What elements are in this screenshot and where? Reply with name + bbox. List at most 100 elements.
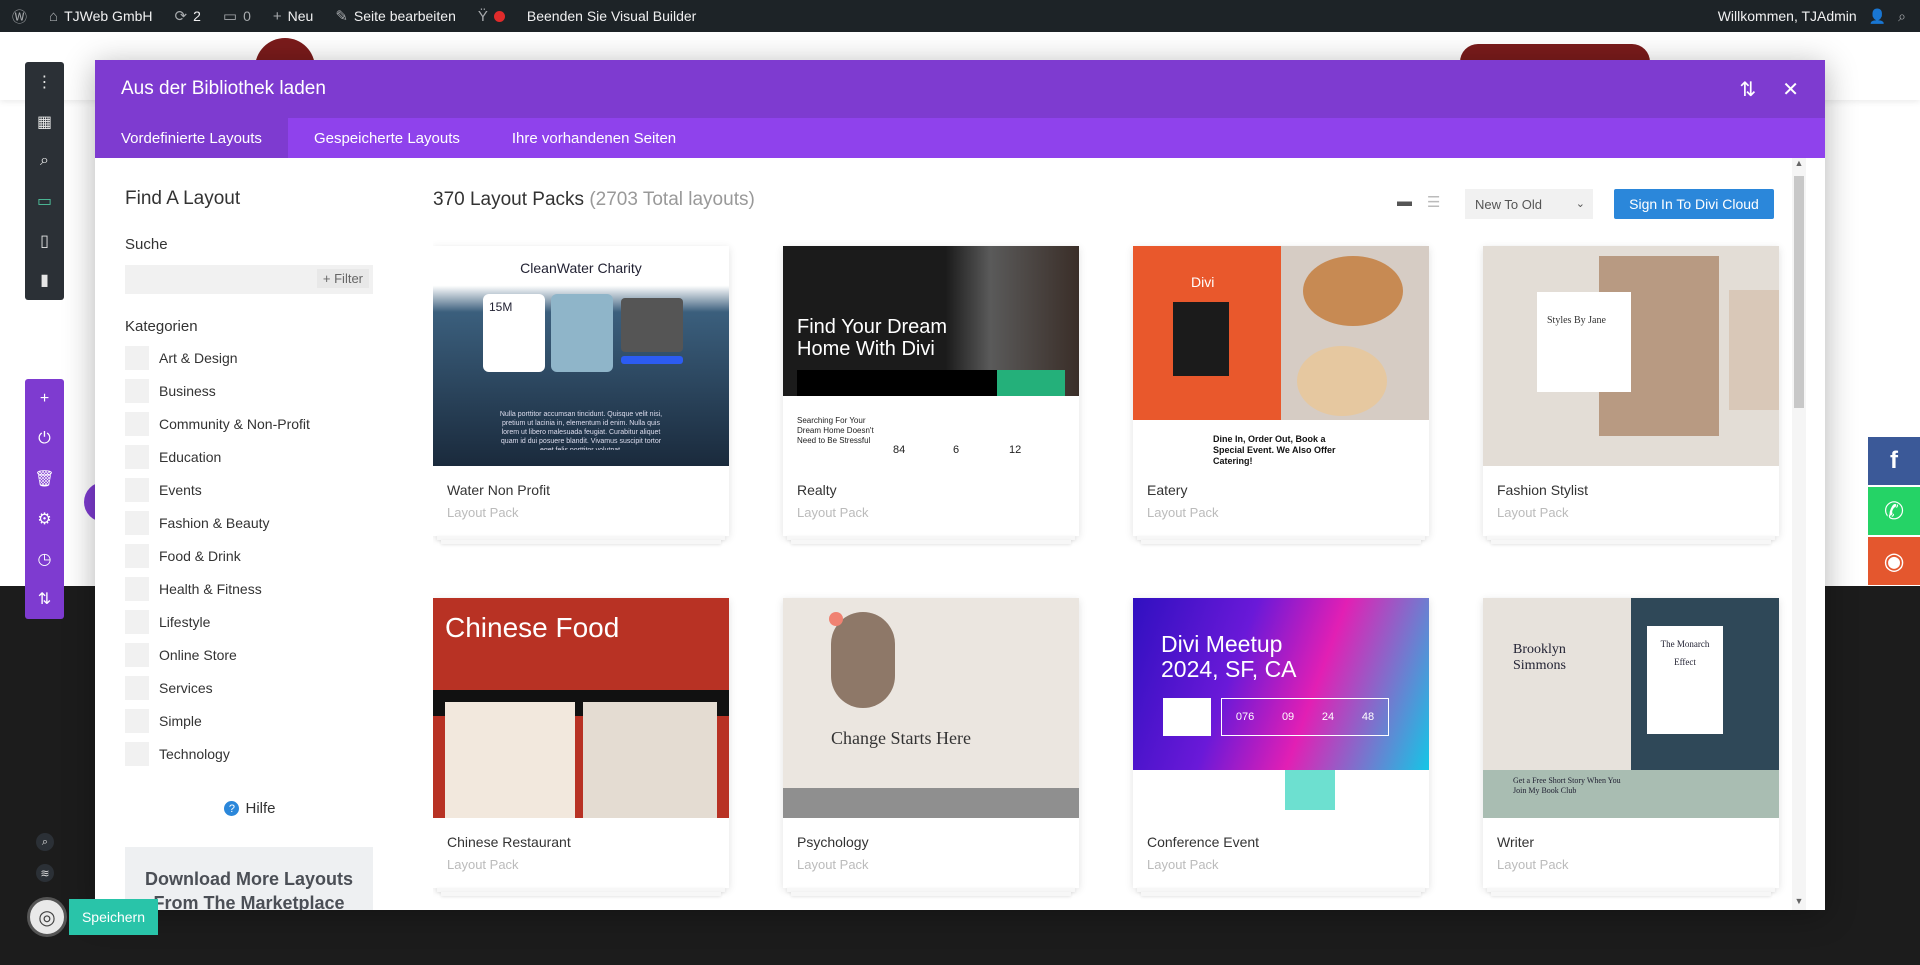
thumb-photo [583, 702, 717, 818]
layout-type: Layout Pack [797, 857, 869, 872]
welcome-text[interactable]: Willkommen, TJAdmin [1718, 8, 1857, 24]
save-button[interactable]: Speichern [69, 899, 158, 935]
category-item[interactable]: Simple [125, 704, 375, 737]
category-label: Fashion & Beauty [159, 514, 270, 531]
thumb-accent-dot [829, 612, 843, 626]
category-label: Services [159, 679, 213, 696]
download-more-layouts-button[interactable]: Download More Layouts From The Marketpla… [125, 847, 373, 910]
facebook-icon[interactable]: f [1868, 437, 1920, 485]
sign-in-divi-cloud-button[interactable]: Sign In To Divi Cloud [1614, 189, 1774, 219]
sort-select[interactable]: New To Old ⌄ [1465, 189, 1593, 219]
category-checkbox[interactable] [125, 741, 149, 766]
category-item[interactable]: Food & Drink [125, 539, 375, 572]
pack-count-text: 370 Layout Packs [433, 189, 585, 210]
add-icon[interactable]: + [25, 379, 64, 419]
layout-card[interactable]: Chinese Food Chinese Restaurant Layout P… [433, 598, 729, 896]
scroll-down-icon[interactable]: ▼ [1792, 896, 1806, 910]
card-stack-shadow [441, 892, 721, 896]
category-checkbox[interactable] [125, 675, 149, 700]
layout-card[interactable]: Find Your Dream Home With Divi Searching… [783, 246, 1079, 544]
instagram-icon[interactable]: ◉ [1868, 537, 1920, 585]
layout-search-input[interactable]: + Filter [125, 265, 373, 294]
scrollbar-thumb[interactable] [1794, 176, 1804, 408]
layout-card[interactable]: Styles By Jane Fashion Stylist Layout Pa… [1483, 246, 1779, 544]
category-item[interactable]: Events [125, 473, 375, 506]
wireframe-view-icon[interactable]: ▦ [25, 102, 64, 142]
total-layouts-text: (2703 Total layouts) [589, 189, 755, 210]
desktop-view-icon[interactable]: ▭ [25, 181, 64, 221]
category-checkbox[interactable] [125, 444, 149, 469]
category-checkbox[interactable] [125, 378, 149, 403]
site-name-link[interactable]: ⌂ TJWeb GmbH [49, 8, 153, 25]
thumb-photo-side [1729, 290, 1779, 410]
new-link[interactable]: + Neu [273, 8, 313, 25]
phone-view-icon[interactable]: ▮ [25, 260, 64, 300]
category-item[interactable]: Online Store [125, 638, 375, 671]
category-checkbox[interactable] [125, 708, 149, 733]
category-item[interactable]: Fashion & Beauty [125, 506, 375, 539]
thumb-title: Divi Meetup 2024, SF, CA [1161, 631, 1297, 682]
menu-dots-icon[interactable]: ⋮ [25, 62, 64, 102]
filter-button[interactable]: + Filter [316, 269, 369, 288]
trash-icon[interactable]: 🗑 [25, 459, 64, 499]
thumb-blue-card [551, 294, 613, 372]
help-link[interactable]: ? Hilfe [125, 800, 375, 817]
status-dot-icon [493, 10, 505, 22]
category-checkbox[interactable] [125, 642, 149, 667]
zoom-icon[interactable]: ⌕ [25, 141, 64, 181]
category-label: Simple [159, 712, 202, 729]
tablet-view-icon[interactable]: ▯ [25, 221, 64, 261]
list-view-icon[interactable]: ☰ [1427, 193, 1445, 211]
power-icon[interactable]: ⏻ [25, 419, 64, 459]
category-checkbox[interactable] [125, 609, 149, 634]
thumb-text: Dine In, Order Out, Book a Special Event… [1213, 434, 1336, 466]
comments-link[interactable]: ▭ 0 [223, 7, 251, 25]
layout-card[interactable]: Brooklyn Simmons The Monarch Effect Get … [1483, 598, 1779, 896]
thumb-title: Brooklyn Simmons [1513, 642, 1566, 673]
updates-link[interactable]: ⟳ 2 [175, 7, 201, 25]
fingerprint-icon[interactable]: ◎ [27, 897, 67, 937]
category-checkbox[interactable] [125, 345, 149, 370]
search-icon[interactable]: ⌕ [1898, 8, 1906, 25]
category-checkbox[interactable] [125, 411, 149, 436]
category-checkbox[interactable] [125, 576, 149, 601]
sort-arrows-icon[interactable]: ⇅ [1739, 77, 1756, 102]
category-item[interactable]: Services [125, 671, 375, 704]
layout-card[interactable]: Change Starts Here Psychology Layout Pac… [783, 598, 1079, 896]
category-checkbox[interactable] [125, 543, 149, 568]
category-item[interactable]: Health & Fitness [125, 572, 375, 605]
layout-type: Layout Pack [1497, 857, 1569, 872]
whatsapp-icon[interactable]: ✆ [1868, 487, 1920, 535]
category-item[interactable]: Business [125, 374, 375, 407]
sort-select-value: New To Old [1475, 196, 1542, 212]
gear-icon[interactable]: ⚙ [25, 499, 64, 539]
category-checkbox[interactable] [125, 477, 149, 502]
wordpress-logo[interactable]: Ⓦ [12, 6, 27, 27]
tab-predefined-layouts[interactable]: Vordefinierte Layouts [95, 118, 288, 158]
layout-thumbnail: Chinese Food [433, 598, 729, 818]
user-avatar-icon[interactable]: 👤 [1869, 8, 1886, 25]
scroll-up-icon[interactable]: ▲ [1792, 158, 1806, 172]
layers-icon[interactable]: ≋ [36, 864, 54, 882]
category-item[interactable]: Community & Non-Profit [125, 407, 375, 440]
tab-saved-layouts[interactable]: Gespeicherte Layouts [288, 118, 486, 158]
layout-card[interactable]: Divi Meetup 2024, SF, CA 076 09 24 48 Co… [1133, 598, 1429, 896]
edit-page-link[interactable]: ✎ Seite bearbeiten [335, 7, 456, 25]
category-item[interactable]: Technology [125, 737, 375, 770]
search-small-icon[interactable]: ⌕ [36, 833, 54, 851]
layout-card[interactable]: Divi Dine In, Order Out, Book a Special … [1133, 246, 1429, 544]
close-icon[interactable]: ✕ [1782, 77, 1799, 102]
yoast-link[interactable]: Ÿ [478, 8, 505, 25]
category-item[interactable]: Education [125, 440, 375, 473]
thumb-title: Find Your Dream Home With Divi [797, 316, 948, 360]
portability-icon[interactable]: ⇅ [25, 579, 64, 619]
category-item[interactable]: Art & Design [125, 341, 375, 374]
category-checkbox[interactable] [125, 510, 149, 535]
grid-view-icon[interactable]: ▬ [1397, 193, 1415, 211]
history-icon[interactable]: ◷ [25, 539, 64, 579]
layout-card[interactable]: CleanWater Charity 15M Nulla porttitor a… [433, 246, 729, 544]
tab-existing-pages[interactable]: Ihre vorhandenen Seiten [486, 118, 702, 158]
exit-builder-link[interactable]: Beenden Sie Visual Builder [527, 8, 696, 24]
modal-scrollbar[interactable]: ▲ ▼ [1792, 158, 1806, 910]
category-item[interactable]: Lifestyle [125, 605, 375, 638]
